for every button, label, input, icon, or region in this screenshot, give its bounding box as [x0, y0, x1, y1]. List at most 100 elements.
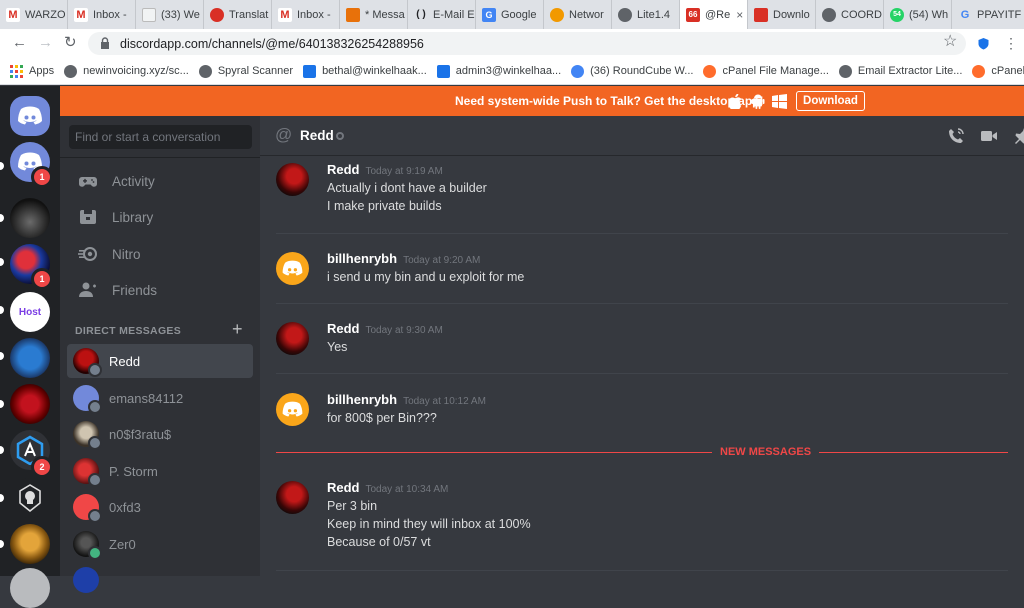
author-name[interactable]: Redd: [327, 321, 360, 336]
message-text: i send u my bin and u exploit for me: [327, 270, 525, 284]
server-car[interactable]: [10, 198, 50, 238]
browser-tab[interactable]: COORD: [816, 0, 884, 29]
browser-tab[interactable]: ( ) E-Mail E: [408, 0, 476, 29]
avatar: [73, 494, 102, 523]
nav-library[interactable]: Library: [68, 200, 252, 234]
author-name[interactable]: billhenrybh: [327, 251, 397, 266]
browser-tab[interactable]: G PPAYITF: [952, 0, 1024, 29]
brackets-icon: ( ): [416, 9, 426, 20]
browser-tab[interactable]: Lite1.4: [612, 0, 680, 29]
browser-tab[interactable]: M WARZO: [0, 0, 68, 29]
server-indicator: [0, 494, 4, 502]
mail-icon: [303, 64, 317, 78]
server-partial[interactable]: [10, 568, 50, 608]
voice-call-icon[interactable]: [947, 127, 965, 145]
discord-logo-icon: [282, 401, 303, 417]
message-divider: [276, 233, 1008, 234]
status-indicator: [88, 473, 102, 487]
bookmark-item[interactable]: (36) RoundCube W...: [571, 64, 693, 78]
avatar: [73, 458, 102, 487]
avatar[interactable]: [276, 322, 309, 355]
dm-item-nosferatus[interactable]: n0$f3ratu$: [67, 417, 253, 451]
menu-kebab-icon[interactable]: ⋮: [1004, 35, 1018, 51]
divider: [60, 157, 260, 158]
discord-logo-icon: [18, 106, 42, 125]
message-divider: [276, 373, 1008, 374]
browser-tab-active[interactable]: 66 @Re ×: [680, 0, 748, 29]
dm-item-zer0[interactable]: Zer0: [67, 527, 253, 561]
pin-icon[interactable]: [1014, 127, 1024, 145]
dm-item-emans84112[interactable]: emans84112: [67, 381, 253, 415]
avatar[interactable]: [276, 163, 309, 196]
dm-name: n0$f3ratu$: [109, 426, 172, 442]
bookmark-apps[interactable]: Apps: [10, 64, 54, 78]
dm-item-partial[interactable]: [67, 563, 253, 597]
browser-tab[interactable]: M Inbox -: [68, 0, 136, 29]
server-blue-logo[interactable]: [10, 338, 50, 378]
status-indicator: [88, 436, 102, 450]
server-leopard[interactable]: [10, 524, 50, 564]
author-name[interactable]: Redd: [327, 480, 360, 495]
server-host[interactable]: Host: [10, 292, 50, 332]
nav-activity[interactable]: Activity: [68, 164, 252, 198]
server-red-logo[interactable]: [10, 384, 50, 424]
browser-tab[interactable]: 54 (54) Wh: [884, 0, 952, 29]
bookmark-item[interactable]: cPanel File Manage...: [703, 64, 829, 78]
browser-tab[interactable]: * Messa: [340, 0, 408, 29]
nav-label: Friends: [112, 282, 158, 298]
browser-tab[interactable]: G Google: [476, 0, 544, 29]
server-indicator: [0, 352, 4, 360]
skull-icon: [19, 484, 41, 512]
dm-item-p-storm[interactable]: P. Storm: [67, 454, 253, 488]
google-icon: G: [960, 8, 970, 21]
status-indicator: [336, 132, 344, 140]
status-indicator: [88, 400, 102, 414]
host-logo-text: Host: [18, 306, 42, 318]
browser-tab[interactable]: Networ: [544, 0, 612, 29]
avatar[interactable]: [276, 393, 309, 426]
forward-icon[interactable]: →: [38, 35, 53, 51]
message-divider: [276, 570, 1008, 571]
author-name[interactable]: Redd: [327, 162, 360, 177]
server-skull[interactable]: [10, 478, 50, 518]
extension-shield-icon[interactable]: [977, 37, 990, 50]
home-button[interactable]: [10, 96, 50, 136]
bookmark-item[interactable]: newinvoicing.xyz/sc...: [64, 64, 189, 78]
reload-icon[interactable]: ↻: [64, 35, 77, 51]
browser-tab[interactable]: (33) We: [136, 0, 204, 29]
bookmark-item[interactable]: cPanel File Man: [972, 64, 1024, 78]
create-dm-plus-icon[interactable]: +: [232, 320, 243, 338]
video-call-icon[interactable]: [980, 127, 998, 145]
bookmark-item[interactable]: Spyral Scanner: [198, 64, 293, 78]
bookmark-star-icon[interactable]: ☆: [943, 34, 957, 50]
author-name[interactable]: billhenrybh: [327, 392, 397, 407]
timestamp: Today at 9:30 AM: [365, 325, 443, 336]
message-author: billhenrybh Today at 9:20 AM: [327, 251, 480, 266]
nav-friends[interactable]: Friends: [68, 273, 252, 307]
gmail-icon: M: [74, 7, 88, 22]
dm-item-redd[interactable]: Redd: [67, 344, 253, 378]
avatar[interactable]: [276, 481, 309, 514]
browser-toolbar: ← → ↻ discordapp.com/channels/@me/640138…: [0, 29, 1024, 58]
browser-tab[interactable]: Downlo: [748, 0, 816, 29]
status-indicator: [88, 546, 102, 560]
bookmark-item[interactable]: admin3@winkelhaa...: [436, 64, 561, 78]
message-text: for 800$ per Bin???: [327, 411, 437, 425]
avatar: [73, 421, 102, 450]
close-tab-icon[interactable]: ×: [736, 8, 743, 22]
download-button[interactable]: Download: [796, 91, 865, 111]
back-icon[interactable]: ←: [12, 35, 27, 51]
translate-icon: [210, 7, 224, 22]
address-bar[interactable]: discordapp.com/channels/@me/640138326254…: [88, 32, 966, 55]
browser-tab[interactable]: M Inbox -: [272, 0, 340, 29]
browser-tab[interactable]: Translat: [204, 0, 272, 29]
dm-item-0xfd3[interactable]: 0xfd3: [67, 490, 253, 524]
bookmark-item[interactable]: Email Extractor Lite...: [838, 64, 962, 78]
dm-name: emans84112: [109, 390, 184, 406]
nav-nitro[interactable]: Nitro: [68, 237, 252, 271]
search-input[interactable]: Find or start a conversation: [69, 125, 252, 149]
message-author: Redd Today at 10:34 AM: [327, 480, 448, 495]
bookmark-item[interactable]: bethal@winkelhaak...: [303, 64, 427, 78]
avatar[interactable]: [276, 252, 309, 285]
status-indicator: [88, 363, 102, 377]
